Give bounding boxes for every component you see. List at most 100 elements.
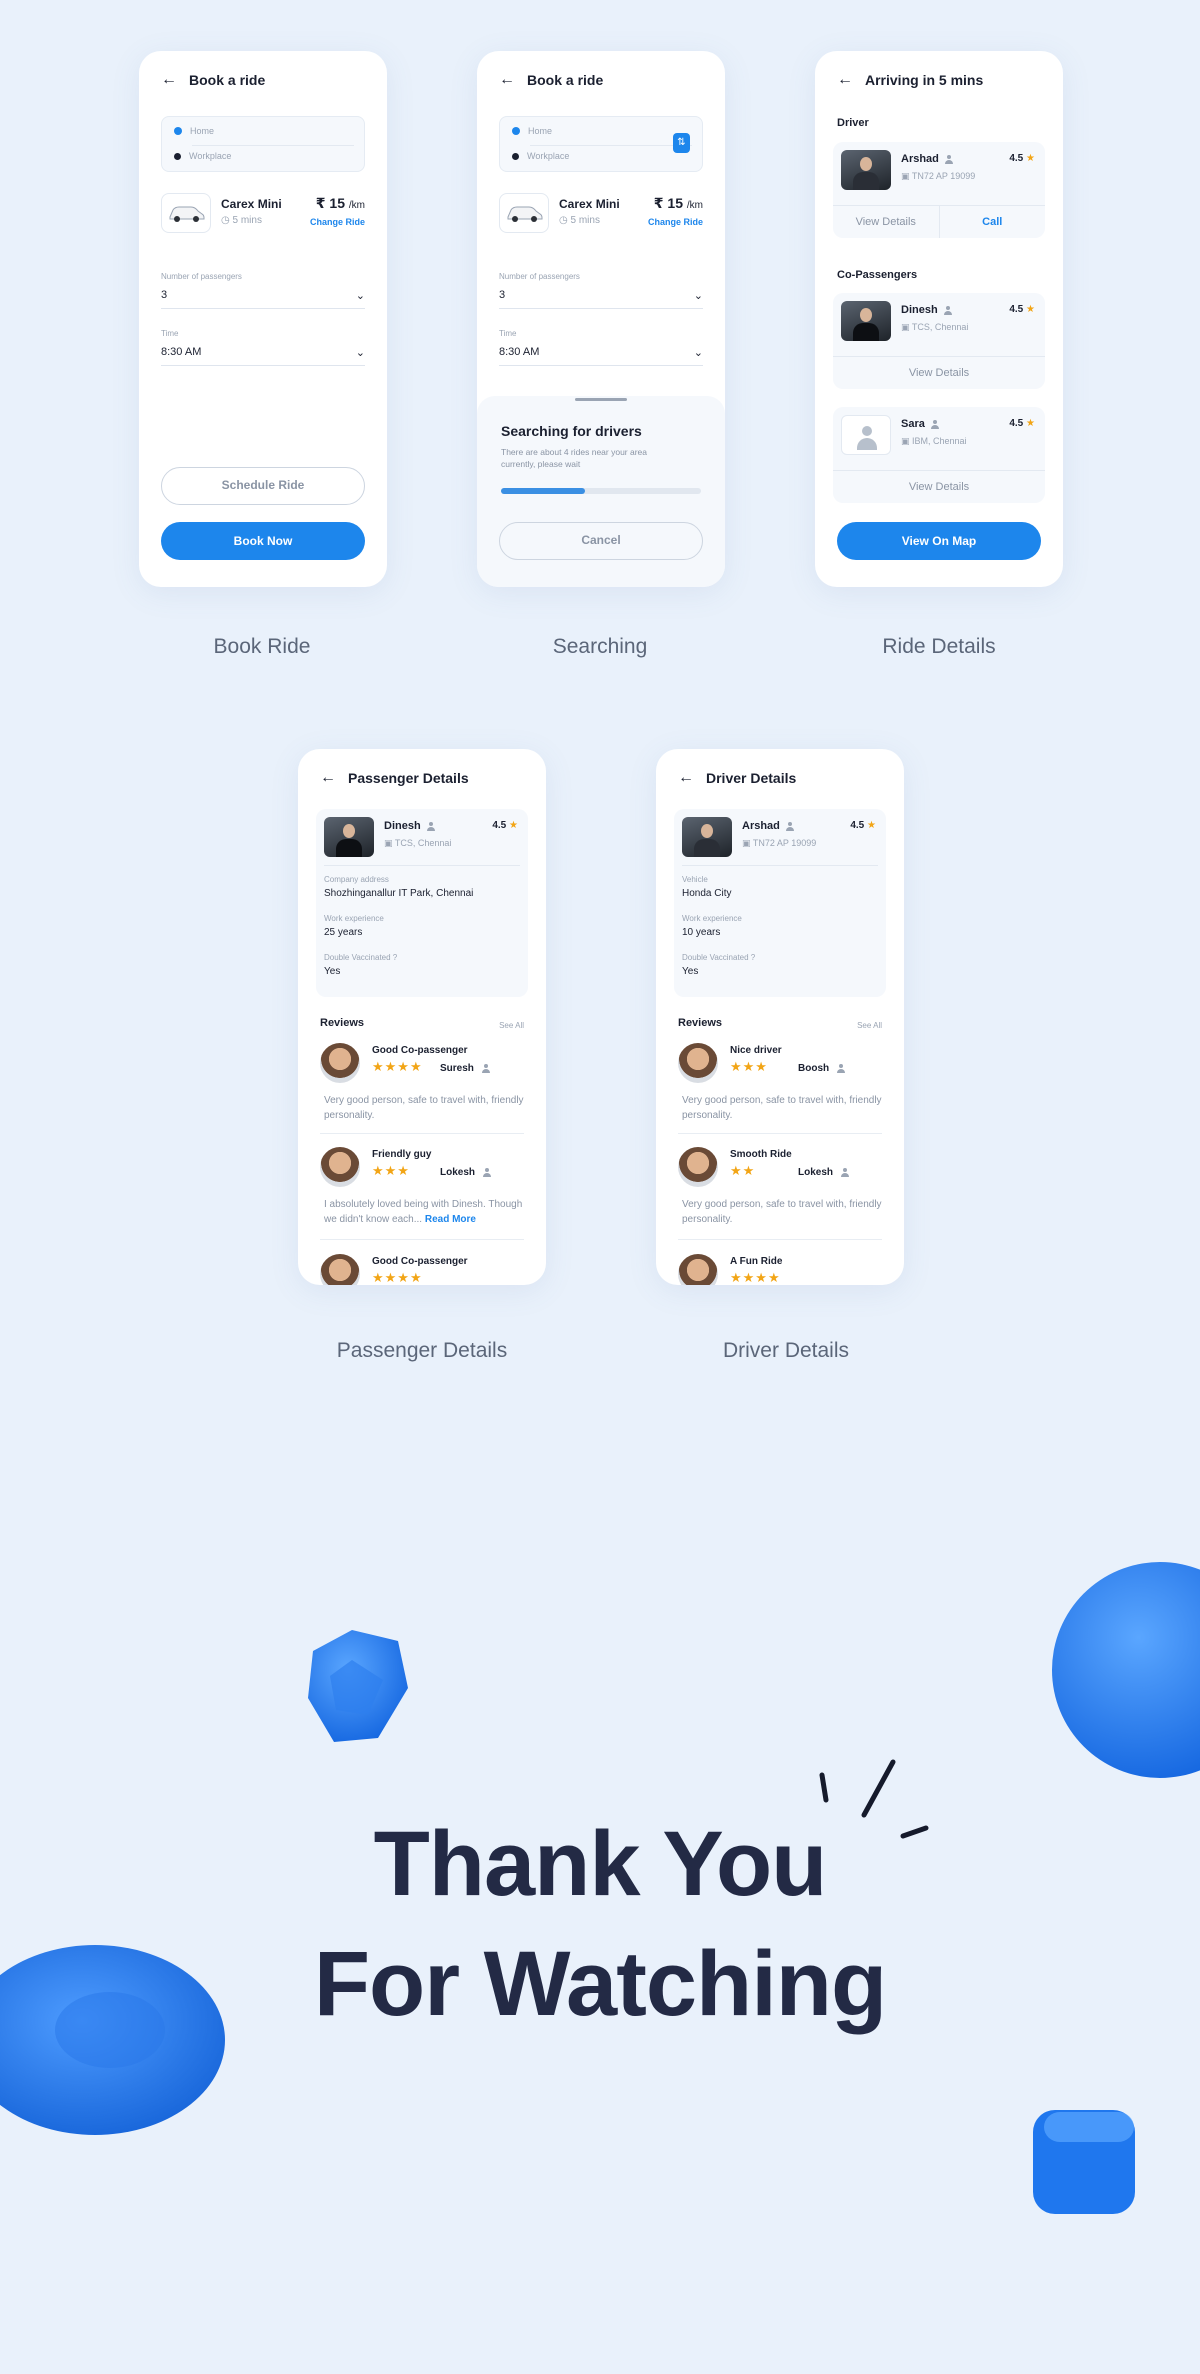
view-details-button[interactable]: View Details [833, 206, 939, 238]
location-box: Home Workplace [161, 116, 365, 172]
change-ride-link[interactable]: Change Ride [648, 217, 703, 227]
company-address-value: Shozhinganallur IT Park, Chennai [324, 888, 474, 899]
user-icon [481, 1064, 490, 1073]
view-on-map-button[interactable]: View On Map [837, 522, 1041, 560]
back-arrow-icon[interactable]: ← [499, 71, 515, 89]
progress-track [501, 488, 701, 494]
to-field[interactable]: Workplace [512, 151, 569, 161]
book-now-button[interactable]: Book Now [161, 522, 365, 560]
car-icon [499, 193, 549, 233]
ride-option[interactable]: Carex Mini ◷ 5 mins ₹ 15 /km Change Ride [499, 193, 703, 241]
car-icon [161, 193, 211, 233]
call-button[interactable]: Call [938, 206, 1046, 238]
from-field[interactable]: Home [512, 126, 552, 136]
passengers-select[interactable]: Number of passengers 3 ⌄ [161, 272, 365, 309]
driver-avatar [682, 817, 732, 857]
user-icon [483, 1168, 492, 1177]
passenger-avatar [841, 301, 891, 341]
vehicle-label: Vehicle [682, 875, 708, 884]
passenger-name: Dinesh [384, 820, 435, 832]
company-address: Company address Shozhinganallur IT Park, … [324, 875, 473, 899]
car-eta-text: 5 mins [232, 215, 262, 226]
driver-rating-value: 4.5 [1009, 153, 1024, 164]
back-arrow-icon[interactable]: ← [320, 769, 336, 787]
screen-title: Book a ride [527, 72, 604, 88]
schedule-ride-button[interactable]: Schedule Ride [161, 467, 365, 505]
view-details-button[interactable]: View Details [833, 471, 1045, 503]
sheet-handle[interactable] [575, 398, 627, 401]
passengers-select[interactable]: Number of passengers 3 ⌄ [499, 272, 703, 309]
time-value: 8:30 AM [161, 346, 202, 358]
caption-ride-details: Ride Details [882, 635, 996, 658]
chevron-down-icon: ⌄ [693, 290, 703, 302]
back-arrow-icon[interactable]: ← [161, 71, 177, 89]
swap-icon[interactable]: ⇅ [673, 133, 690, 153]
to-field[interactable]: Workplace [174, 151, 231, 161]
passenger-rating-value: 4.5 [1009, 418, 1024, 429]
reviewer-name: Lokesh [440, 1167, 492, 1178]
review-title: Smooth Ride [730, 1149, 792, 1160]
caption-book-ride: Book Ride [213, 635, 311, 658]
divider [682, 865, 878, 866]
vaccination-status: Double Vaccinated ? Yes [324, 953, 397, 977]
driver-actions: View Details Call [833, 205, 1045, 238]
back-arrow-icon[interactable]: ← [837, 71, 853, 89]
sheet-title: Searching for drivers [501, 423, 642, 439]
driver-section-title: Driver [837, 117, 869, 129]
back-arrow-icon[interactable]: ← [678, 769, 694, 787]
divider [530, 145, 692, 146]
review-title: Good Co-passenger [372, 1256, 468, 1267]
divider [324, 865, 520, 866]
cancel-button[interactable]: Cancel [499, 522, 703, 560]
user-icon [944, 154, 953, 164]
screen-title: Passenger Details [348, 770, 469, 786]
time-label: Time [499, 329, 517, 338]
read-more-link[interactable]: Read More [425, 1214, 476, 1225]
passenger-avatar [324, 817, 374, 857]
book-ride-screen: ← Book a ride Home Workplace Carex Mini … [139, 51, 387, 587]
passengers-label: Number of passengers [161, 272, 242, 281]
car-eta: ◷ 5 mins [221, 215, 262, 226]
screen-title: Arriving in 5 mins [865, 72, 984, 88]
review-text-body: I absolutely loved being with Dinesh. Th… [324, 1199, 523, 1225]
ride-option[interactable]: Carex Mini ◷ 5 mins ₹ 15 /km Change Ride [161, 193, 365, 241]
review-stars: ★★★ [372, 1163, 410, 1178]
divider [678, 1133, 882, 1134]
review-item: A Fun Ride ★★★★ [678, 1254, 882, 1285]
car-eta: ◷ 5 mins [559, 215, 600, 226]
time-select[interactable]: Time 8:30 AM ⌄ [161, 329, 365, 366]
driver-name-text: Arshad [742, 820, 780, 832]
time-label: Time [161, 329, 179, 338]
user-icon [841, 1168, 850, 1177]
user-icon [426, 821, 435, 831]
work-experience-value: 10 years [682, 927, 721, 938]
copassenger-card: Sara ▣ IBM, Chennai 4.5 ★ View Details [833, 407, 1045, 503]
reviewer-name: Lokesh [798, 1167, 850, 1178]
passenger-rating: 4.5 ★ [1009, 418, 1035, 429]
change-ride-link[interactable]: Change Ride [310, 217, 365, 227]
see-all-link[interactable]: See All [499, 1021, 524, 1030]
passengers-value: 3 [161, 289, 168, 301]
see-all-link[interactable]: See All [857, 1021, 882, 1030]
price-unit: /km [686, 200, 703, 211]
reviewer-name-text: Suresh [440, 1063, 474, 1074]
thank-you-heading: Thank You [373, 1813, 828, 1915]
time-select[interactable]: Time 8:30 AM ⌄ [499, 329, 703, 366]
progress-fill [501, 488, 585, 494]
view-details-button[interactable]: View Details [833, 357, 1045, 389]
review-item: Good Co-passenger ★★★★ Suresh Very good … [320, 1043, 524, 1133]
passenger-company-text: IBM, Chennai [912, 436, 967, 446]
driver-avatar [841, 150, 891, 190]
profile-card: Dinesh ▣ TCS, Chennai 4.5 ★ Company addr… [316, 809, 528, 997]
dodecahedron-shape [308, 1630, 408, 1742]
for-watching-heading: For Watching [313, 1933, 887, 2035]
reviewer-avatar [320, 1043, 360, 1083]
work-experience: Work experience 25 years [324, 914, 384, 938]
driver-plate: ▣ TN72 AP 19099 [742, 838, 817, 848]
from-field[interactable]: Home [174, 126, 214, 136]
sheet-text: There are about 4 rides near your area c… [501, 447, 648, 469]
pin-icon [512, 127, 520, 135]
time-value: 8:30 AM [499, 346, 540, 358]
passenger-details-screen: ← Passenger Details Dinesh ▣ TCS, Chenna… [298, 749, 546, 1285]
price-value: ₹ 15 [315, 195, 345, 211]
